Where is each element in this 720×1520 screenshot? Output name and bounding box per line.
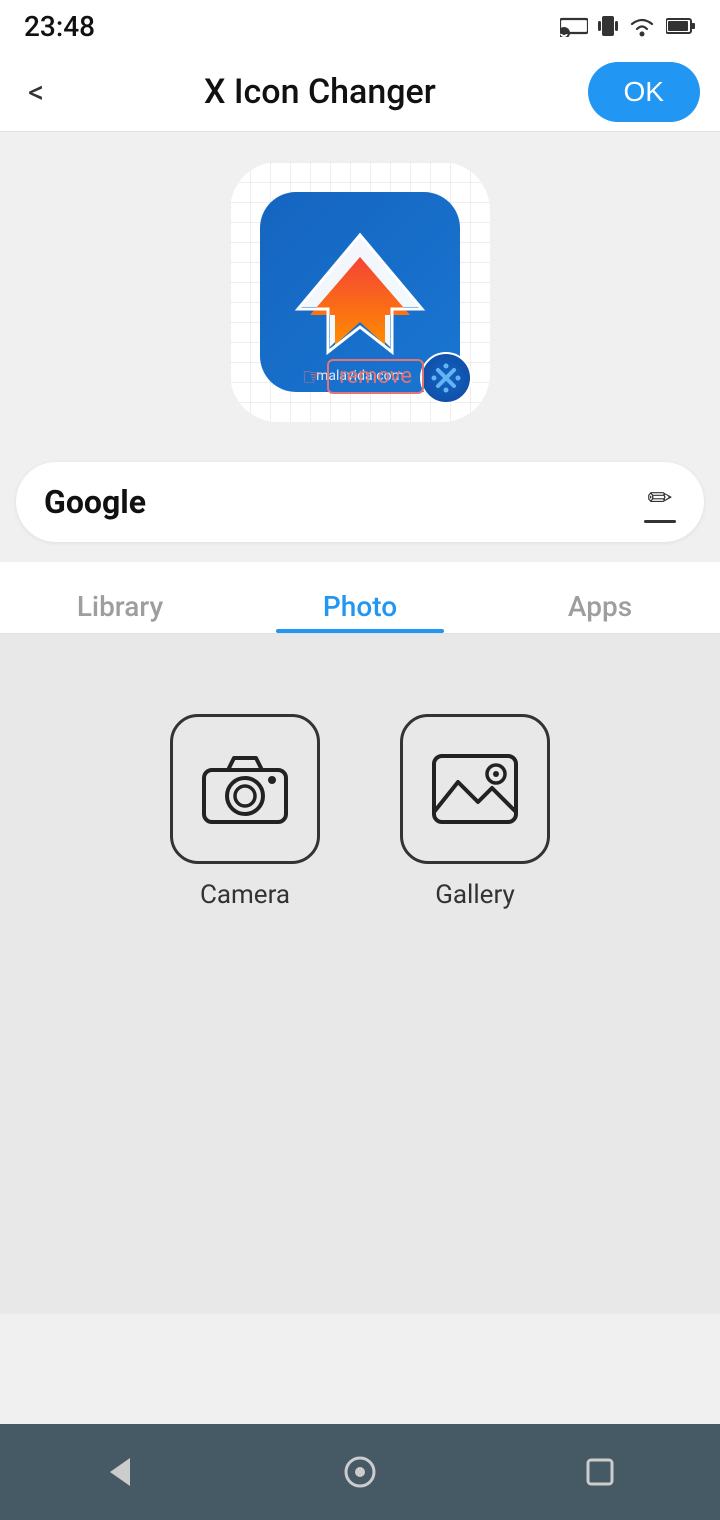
photo-options: Camera Gallery [170, 714, 550, 910]
remove-label: remove [327, 359, 424, 394]
tabs-bar: Library Photo Apps [0, 562, 720, 634]
app-bar: < X Icon Changer OK [0, 52, 720, 132]
nav-back-icon [102, 1454, 138, 1490]
nav-home-icon [342, 1454, 378, 1490]
bottom-nav [0, 1424, 720, 1520]
gallery-label: Gallery [435, 880, 515, 910]
x-cross-icon [430, 362, 462, 394]
status-time: 23:48 [24, 10, 95, 43]
back-button[interactable]: < [20, 65, 52, 119]
vibrate-icon [598, 13, 618, 39]
gallery-icon [430, 752, 520, 826]
nav-recent-icon [582, 1454, 618, 1490]
icon-preview-section: malavida.com ☞ remove [0, 132, 720, 442]
photo-content: Camera Gallery [0, 634, 720, 1314]
x-badge[interactable] [420, 352, 472, 404]
tab-library[interactable]: Library [0, 590, 240, 633]
tab-library-label: Library [77, 590, 163, 623]
edit-button[interactable]: ✏ [644, 481, 676, 523]
nav-home-button[interactable] [320, 1432, 400, 1512]
tab-active-indicator [276, 629, 444, 633]
ok-button[interactable]: OK [588, 62, 700, 122]
remove-overlay: ☞ remove [420, 352, 472, 404]
hand-icon: ☞ [302, 363, 324, 391]
app-name-text: Google [44, 483, 146, 521]
camera-option[interactable]: Camera [170, 714, 320, 910]
edit-underline [644, 520, 676, 523]
gallery-option[interactable]: Gallery [400, 714, 550, 910]
tab-photo-label: Photo [323, 590, 397, 623]
tab-apps-label: Apps [568, 590, 632, 623]
battery-icon [666, 17, 696, 35]
camera-label: Camera [200, 880, 290, 910]
tab-photo[interactable]: Photo [240, 590, 480, 633]
nav-recent-button[interactable] [560, 1432, 640, 1512]
gallery-icon-wrap [400, 714, 550, 864]
pencil-icon: ✏ [647, 481, 672, 516]
status-bar: 23:48 [0, 0, 720, 52]
cast-icon [560, 15, 588, 37]
icon-frame: malavida.com ☞ remove [230, 162, 490, 422]
remove-callout: ☞ remove [302, 359, 424, 394]
camera-icon [200, 752, 290, 826]
app-bar-title: X Icon Changer [204, 72, 436, 112]
status-icons [560, 13, 696, 39]
tab-apps[interactable]: Apps [480, 590, 720, 633]
nav-back-button[interactable] [80, 1432, 160, 1512]
app-name-bar: Google ✏ [16, 462, 704, 542]
m-logo-icon [280, 227, 440, 357]
app-icon-inner: malavida.com ☞ remove [260, 192, 460, 392]
camera-icon-wrap [170, 714, 320, 864]
wifi-icon [628, 15, 656, 37]
